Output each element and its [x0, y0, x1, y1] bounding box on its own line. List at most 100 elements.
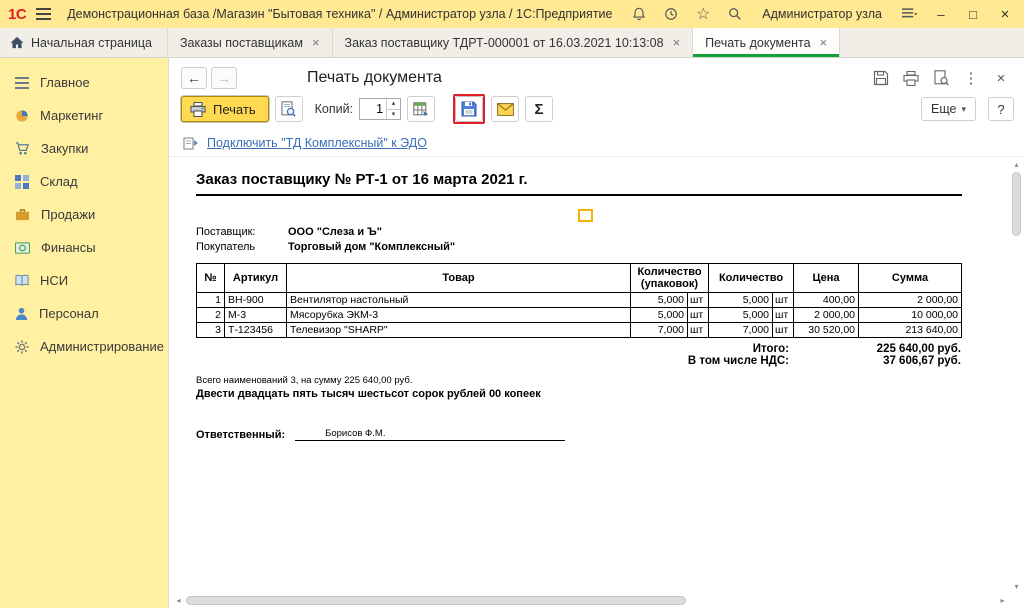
- sidebar-item-administration[interactable]: Администрирование: [0, 330, 168, 363]
- sidebar-item-label: Финансы: [41, 240, 96, 255]
- forward-button[interactable]: →: [211, 67, 237, 89]
- sidebar-item-sales[interactable]: Продажи: [0, 198, 168, 231]
- copies-decrement-icon[interactable]: ▾: [387, 109, 400, 120]
- tab-label: Заказы поставщикам: [180, 36, 303, 50]
- tab-label: Печать документа: [705, 36, 810, 50]
- preview-button[interactable]: [275, 96, 303, 122]
- back-button[interactable]: ←: [181, 67, 207, 89]
- sidebar-item-nsi[interactable]: НСИ: [0, 264, 168, 297]
- help-button[interactable]: ?: [988, 97, 1014, 121]
- selected-cell-highlight: [578, 209, 593, 222]
- tab-close-icon[interactable]: ×: [820, 35, 828, 50]
- horizontal-scroll-thumb[interactable]: [186, 596, 686, 605]
- col-qty-pack: Количество (упаковок): [631, 264, 709, 293]
- totals-block: Итого: 225 640,00 руб. В том числе НДС: …: [196, 343, 961, 367]
- close-window-button[interactable]: ×: [992, 2, 1018, 26]
- main-menu-burger-icon[interactable]: [32, 8, 55, 20]
- tab-home[interactable]: Начальная страница: [0, 28, 168, 57]
- tab-close-icon[interactable]: ×: [673, 35, 681, 50]
- tab-supplier-order-document[interactable]: Заказ поставщику ТДРТ-000001 от 16.03.20…: [333, 28, 694, 57]
- sidebar-item-personnel[interactable]: Персонал: [0, 297, 168, 330]
- print-button[interactable]: Печать: [181, 96, 269, 122]
- sidebar-item-label: Маркетинг: [40, 108, 103, 123]
- main-panel: ← → Печать документа ⋮ ×: [168, 58, 1024, 608]
- sidebar-item-purchases[interactable]: Закупки: [0, 132, 168, 165]
- tab-bar: Начальная страница Заказы поставщикам × …: [0, 28, 1024, 58]
- page-title: Печать документа: [307, 69, 442, 87]
- horizontal-scrollbar[interactable]: ◂ ▸: [173, 595, 1008, 606]
- tab-close-icon[interactable]: ×: [312, 35, 320, 50]
- briefcase-icon: [15, 208, 30, 221]
- table-settings-button[interactable]: [407, 96, 435, 122]
- tab-supplier-orders[interactable]: Заказы поставщикам ×: [168, 28, 333, 57]
- send-email-button[interactable]: [491, 96, 519, 122]
- scroll-right-icon[interactable]: ▸: [997, 595, 1008, 606]
- sidebar: Главное Маркетинг Закупки Склад Продажи …: [0, 58, 168, 608]
- more-button[interactable]: Еще ▾: [921, 97, 976, 121]
- history-icon[interactable]: [658, 2, 684, 26]
- sidebar-item-label: Продажи: [41, 207, 95, 222]
- sidebar-item-label: Главное: [40, 75, 90, 90]
- table-row[interactable]: 3 Т-123456 Телевизор "SHARP" 7,000шт 7,0…: [197, 323, 962, 338]
- save-button[interactable]: [455, 96, 483, 122]
- scroll-up-icon[interactable]: ▴: [1011, 159, 1022, 170]
- sidebar-item-marketing[interactable]: Маркетинг: [0, 99, 168, 132]
- buyer-value: Торговый дом "Комплексный": [288, 241, 455, 253]
- buyer-label: Покупатель: [196, 241, 288, 253]
- sidebar-item-warehouse[interactable]: Склад: [0, 165, 168, 198]
- buyer-row: Покупатель Торговый дом "Комплексный": [196, 241, 962, 253]
- titlebar: 1С Демонстрационная база /Магазин "Бытов…: [0, 0, 1024, 28]
- document-title: Заказ поставщику № РТ-1 от 16 марта 2021…: [196, 171, 962, 196]
- tab-print-document[interactable]: Печать документа ×: [693, 28, 840, 57]
- sidebar-item-main[interactable]: Главное: [0, 66, 168, 99]
- page-header: ← → Печать документа ⋮ ×: [169, 58, 1024, 94]
- minimize-button[interactable]: –: [928, 2, 954, 26]
- total-value: 225 640,00 руб.: [789, 343, 961, 355]
- save-button-highlight: [453, 94, 485, 124]
- favorites-star-icon[interactable]: ☆: [690, 2, 716, 26]
- list-icon: [15, 77, 29, 89]
- current-user[interactable]: Администратор узла: [762, 7, 882, 21]
- sigma-icon: Σ: [535, 101, 544, 118]
- print-toolbar: Печать Копий: ▴ ▾: [169, 94, 1024, 130]
- preview-header-icon[interactable]: [928, 67, 954, 89]
- col-num: №: [197, 264, 225, 293]
- preview-icon: [281, 101, 296, 117]
- scroll-left-icon[interactable]: ◂: [173, 595, 184, 606]
- col-article: Артикул: [225, 264, 287, 293]
- home-icon: [10, 36, 24, 49]
- edo-row: Подключить "ТД Комплексный" к ЭДО: [169, 130, 1024, 156]
- copies-input[interactable]: [360, 99, 386, 119]
- sum-button[interactable]: Σ: [525, 96, 553, 122]
- sidebar-item-label: Персонал: [39, 306, 99, 321]
- print-header-icon[interactable]: [898, 67, 924, 89]
- items-summary: Всего наименований 3, на сумму 225 640,0…: [196, 375, 962, 386]
- sidebar-item-finance[interactable]: Финансы: [0, 231, 168, 264]
- table-row[interactable]: 1 ВН-900 Вентилятор настольный 5,000шт 5…: [197, 293, 962, 308]
- vertical-scrollbar[interactable]: ▴ ▾: [1011, 159, 1022, 592]
- maximize-button[interactable]: □: [960, 2, 986, 26]
- service-menu-icon[interactable]: [896, 2, 922, 26]
- vertical-scroll-thumb[interactable]: [1012, 172, 1021, 236]
- scroll-down-icon[interactable]: ▾: [1011, 581, 1022, 592]
- supplier-label: Поставщик:: [196, 226, 288, 238]
- kebab-menu-icon[interactable]: ⋮: [958, 67, 984, 89]
- vat-label: В том числе НДС:: [688, 355, 789, 367]
- gear-icon: [15, 340, 29, 354]
- search-icon[interactable]: [722, 2, 748, 26]
- copies-increment-icon[interactable]: ▴: [387, 99, 400, 109]
- goods-table[interactable]: № Артикул Товар Количество (упаковок) Ко…: [196, 263, 962, 338]
- supplier-value: ООО "Слеза и Ъ": [288, 226, 382, 238]
- responsible-name: Борисов Ф.М.: [325, 428, 385, 439]
- print-preview-area: Заказ поставщику № РТ-1 от 16 марта 2021…: [169, 156, 1024, 608]
- window-title: Демонстрационная база /Магазин "Бытовая …: [67, 7, 612, 21]
- person-icon: [15, 307, 28, 320]
- more-button-label: Еще: [931, 102, 956, 116]
- save-settings-icon[interactable]: [868, 67, 894, 89]
- close-form-icon[interactable]: ×: [988, 67, 1014, 89]
- edo-connect-link[interactable]: Подключить "ТД Комплексный" к ЭДО: [207, 136, 427, 150]
- notifications-bell-icon[interactable]: [626, 2, 652, 26]
- table-row[interactable]: 2 М-3 Мясорубка ЭКМ-3 5,000шт 5,000шт 2 …: [197, 308, 962, 323]
- total-label: Итого:: [753, 343, 789, 355]
- table-settings-icon: [413, 102, 429, 117]
